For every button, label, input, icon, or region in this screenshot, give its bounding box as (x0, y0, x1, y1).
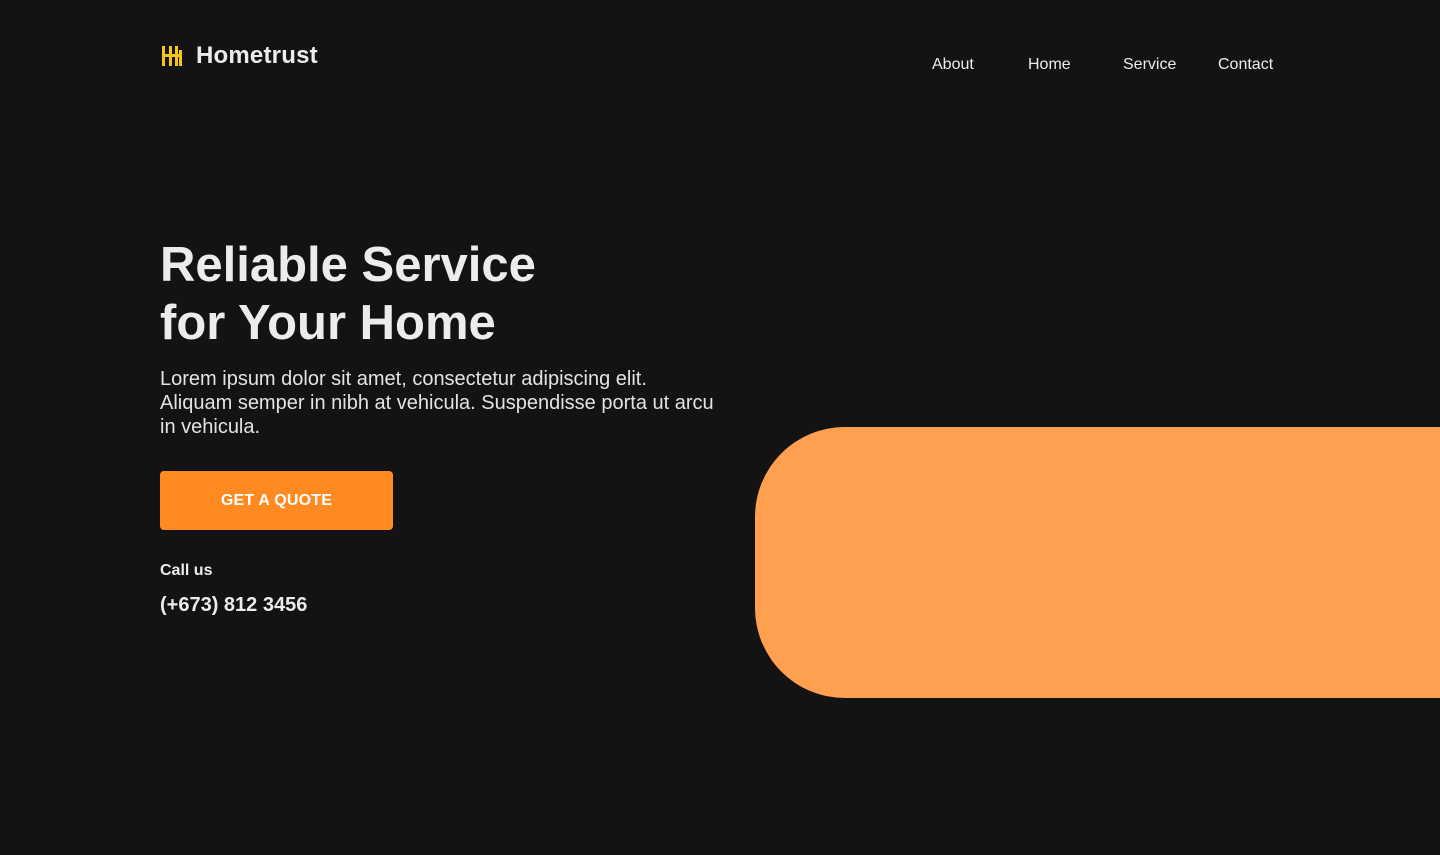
call-us-label: Call us (160, 562, 213, 579)
nav-item-home[interactable]: Home (1028, 55, 1071, 75)
hero-title: Reliable Service for Your Home (160, 236, 720, 352)
nav-item-about[interactable]: About (932, 55, 974, 75)
nav-item-service[interactable]: Service (1123, 55, 1176, 75)
hero-title-line-1: Reliable Service (160, 238, 536, 292)
nav-item-contact[interactable]: Contact (1218, 55, 1273, 75)
get-a-quote-button[interactable]: GET A QUOTE (160, 471, 393, 530)
main-nav: About Home Service Contact (0, 55, 1440, 77)
phone-number-link[interactable]: (+673) 812 3456 (160, 594, 307, 617)
hero-image-placeholder (755, 427, 1440, 698)
landing-page: Hometrust About Home Service Contact Rel… (0, 0, 1440, 855)
hero-description: Lorem ipsum dolor sit amet, consectetur … (160, 368, 714, 438)
hero-title-line-2: for Your Home (160, 296, 496, 350)
